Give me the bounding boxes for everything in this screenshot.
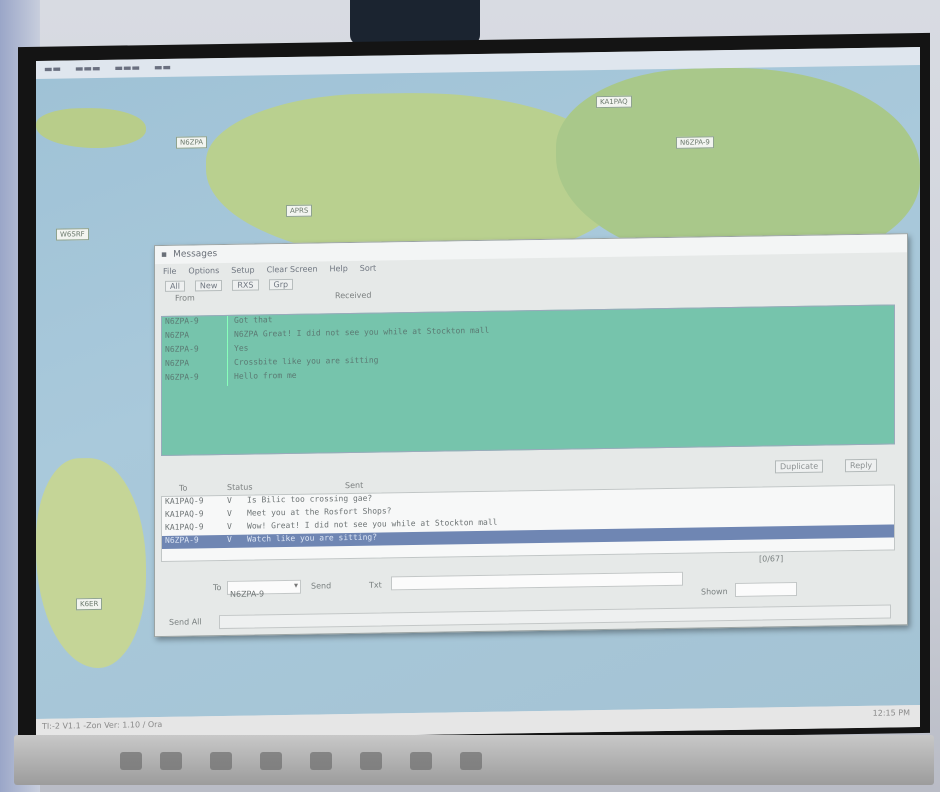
sent-status-header: Status <box>227 482 253 492</box>
map-station-label[interactable]: KA1PAQ <box>596 95 632 109</box>
map-station-label[interactable]: N6ZPA <box>176 136 208 149</box>
menu-item[interactable]: Options <box>188 266 219 275</box>
tab-grp[interactable]: Grp <box>268 278 294 290</box>
map-station-label[interactable]: W6SRF <box>56 228 89 241</box>
messages-title: Messages <box>173 249 218 260</box>
compose-to-label: To <box>213 583 222 593</box>
map-land <box>36 107 146 149</box>
menu-file[interactable]: ▬▬ <box>44 65 61 75</box>
taskbar-icon[interactable] <box>360 752 382 770</box>
map-station-label[interactable]: K6ER <box>76 597 103 611</box>
sent-status: V <box>227 534 232 544</box>
sent-to: KA1PAQ-9 <box>165 509 204 519</box>
received-text: Hello from me <box>234 370 297 381</box>
app-icon: ▪ <box>161 249 168 260</box>
taskbar-icon[interactable] <box>160 752 182 770</box>
map-station-label[interactable]: N6ZPA-9 <box>676 136 714 149</box>
menu-view[interactable]: ▬▬▬ <box>75 64 101 74</box>
taskbar-icon[interactable] <box>210 752 232 770</box>
projected-desktop: ▬▬ ▬▬▬ ▬▬▬ ▬▬ N6ZPA KA1PAQ N6ZPA-9 APRS … <box>36 47 920 741</box>
compose-message-input[interactable] <box>391 571 683 591</box>
status-clock: 12:15 PM <box>872 708 910 718</box>
map-station-label[interactable]: APRS <box>286 204 313 218</box>
menu-item[interactable]: Setup <box>231 265 254 274</box>
menu-tools[interactable]: ▬▬▬ <box>115 63 141 73</box>
tab-rxs[interactable]: RXS <box>232 278 259 291</box>
received-from: N6ZPA-9 <box>162 315 228 331</box>
received-from: N6ZPA <box>162 357 228 373</box>
received-from-header: From <box>175 293 195 303</box>
received-from: N6ZPA-9 <box>162 343 228 359</box>
compose-count: [0/67] <box>759 554 784 564</box>
menu-help[interactable]: ▬▬ <box>154 63 171 73</box>
menu-item[interactable]: File <box>163 266 176 275</box>
received-from: N6ZPA <box>162 329 228 345</box>
menu-item[interactable]: Clear Screen <box>267 264 318 274</box>
menu-item[interactable]: Help <box>330 264 348 273</box>
received-list[interactable]: N6ZPA-9 Got that N6ZPA N6ZPA Great! I di… <box>161 304 895 456</box>
received-from: N6ZPA-9 <box>162 371 228 387</box>
sent-to-header: To <box>179 483 188 493</box>
projector <box>350 0 480 45</box>
compose-log-field <box>219 604 891 630</box>
received-text: Yes <box>234 343 249 353</box>
menu-item[interactable]: Sort <box>360 263 376 272</box>
taskbar-icon[interactable] <box>310 752 332 770</box>
duplicate-button[interactable]: Duplicate <box>775 459 824 474</box>
compose-msg-label: Txt <box>369 580 382 590</box>
taskbar-icon[interactable] <box>120 752 142 770</box>
send-all-button[interactable]: Send All <box>169 617 202 627</box>
sent-status: V <box>227 495 232 505</box>
sent-status: V <box>227 521 232 531</box>
taskbar-icon[interactable] <box>460 752 482 770</box>
taskbar-icon[interactable] <box>410 752 432 770</box>
compose-stay-input[interactable] <box>735 581 797 597</box>
sent-text-header: Sent <box>345 480 364 491</box>
received-text: Got that <box>234 315 273 325</box>
messages-window: ▪ Messages File Options Setup Clear Scre… <box>154 233 908 638</box>
reply-button[interactable]: Reply <box>845 458 878 473</box>
compose-send-label[interactable]: Send <box>311 581 331 590</box>
sent-text: Watch like you are sitting? <box>247 532 378 544</box>
tab-new[interactable]: New <box>194 279 223 291</box>
chevron-down-icon: ▾ <box>293 580 298 590</box>
sent-header: To Status Sent <box>165 473 885 493</box>
sent-to: N6ZPA-9 <box>165 535 199 545</box>
sent-to: KA1PAQ-9 <box>165 522 204 532</box>
received-message-header: Received <box>335 290 372 301</box>
received-text: Crossbite like you are sitting <box>234 355 379 367</box>
compose-to-value: N6ZPA-9 <box>230 589 265 599</box>
sent-to: KA1PAQ-9 <box>165 496 204 506</box>
compose-to-select[interactable]: N6ZPA-9 ▾ <box>227 579 301 599</box>
sent-status: V <box>227 508 232 518</box>
tab-all[interactable]: All <box>165 280 185 292</box>
compose-stay-label: Shown <box>701 587 728 597</box>
map-land <box>36 457 146 669</box>
sent-list[interactable]: KA1PAQ-9 V Is Bilic too crossing gae? KA… <box>161 484 895 562</box>
status-text: TI:-2 V1.1 -Zon Ver: 1.10 / Ora <box>42 719 163 731</box>
taskbar-icon[interactable] <box>260 752 282 770</box>
